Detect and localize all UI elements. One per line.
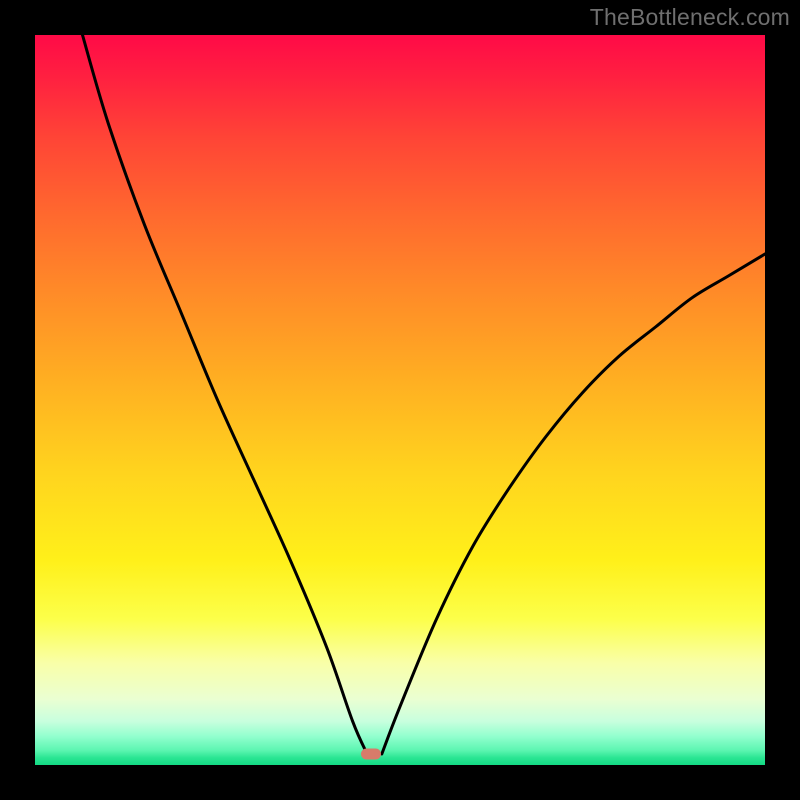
- chart-frame: TheBottleneck.com: [0, 0, 800, 800]
- bottleneck-curve: [35, 35, 765, 765]
- watermark-text: TheBottleneck.com: [590, 4, 790, 31]
- minimum-marker: [361, 749, 381, 760]
- plot-area: [35, 35, 765, 765]
